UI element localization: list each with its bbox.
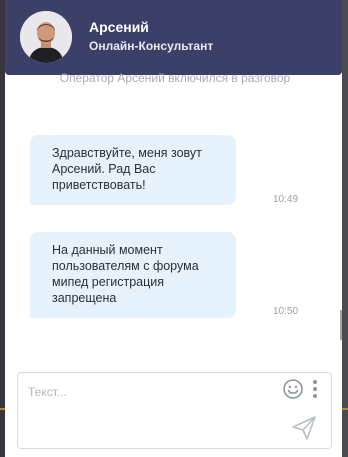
chat-widget: Арсений Онлайн-Консультант Оператор Арсе… [5,0,342,457]
operator-avatar [20,11,72,63]
operator-role: Онлайн-Консультант [89,39,214,53]
message-bubble: Здравствуйте, меня зовут Арсений. Рад Ва… [30,135,236,205]
smiley-icon[interactable] [282,378,304,400]
operator-name: Арсений [89,19,149,35]
more-vertical-icon[interactable] [312,378,318,400]
chat-header: Арсений Онлайн-Консультант [5,0,342,75]
message-composer [17,372,332,449]
avatar-photo-icon [20,11,72,63]
message-time: 10:50 [273,306,299,317]
message-input[interactable] [26,381,270,403]
message-bubble: На данный момент пользователям с форума … [30,232,236,318]
chat-scrollbar[interactable] [340,310,342,340]
send-icon[interactable] [290,415,318,441]
message-time: 10:49 [273,194,299,205]
system-message: Оператор Арсений включился в разговор [59,71,291,85]
